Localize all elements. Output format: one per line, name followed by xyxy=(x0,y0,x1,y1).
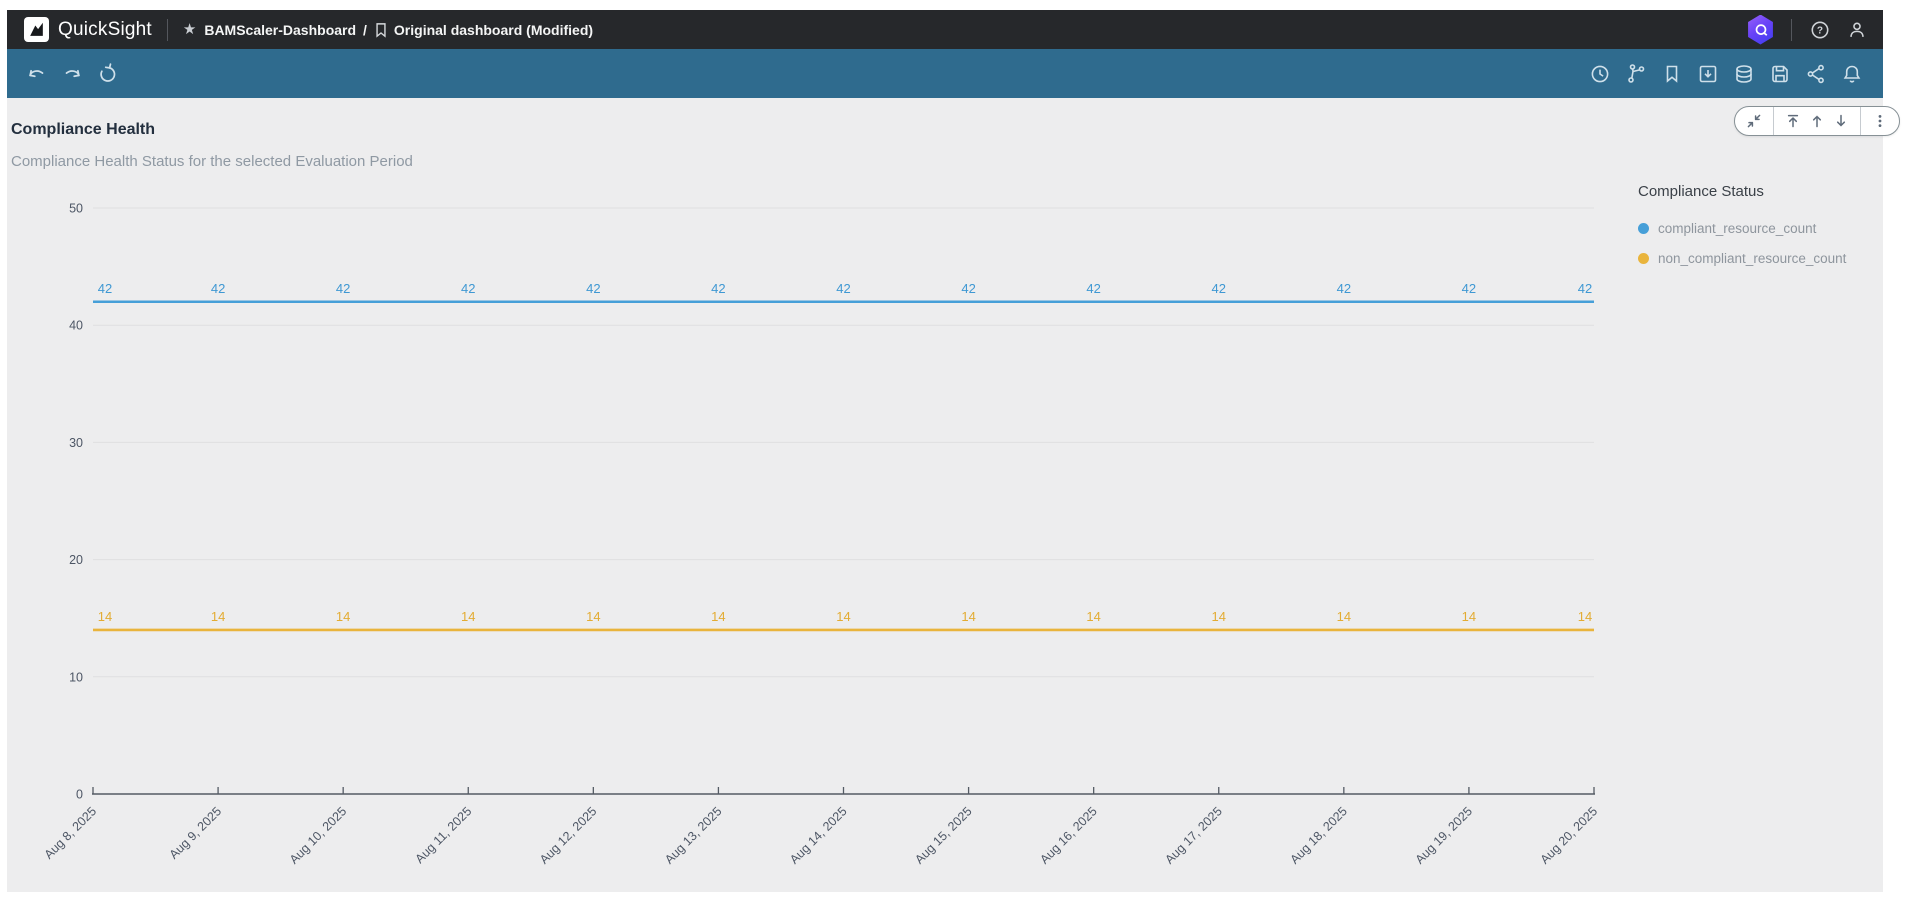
legend-item-compliant[interactable]: compliant_resource_count xyxy=(1638,221,1880,236)
x-axis-tick-label: Aug 9, 2025 xyxy=(167,804,225,862)
top-navigation-bar: QuickSight ★ BAMScaler-Dashboard / Origi… xyxy=(7,10,1883,49)
x-axis-tick-label: Aug 15, 2025 xyxy=(912,804,975,867)
x-axis-tick-label: Aug 8, 2025 xyxy=(42,804,100,862)
branch-icon[interactable] xyxy=(1624,62,1648,86)
bookmarks-icon[interactable] xyxy=(1660,62,1684,86)
y-axis-tick-label: 40 xyxy=(69,319,83,333)
y-axis-tick-label: 50 xyxy=(69,202,83,216)
bookmark-icon xyxy=(374,22,388,38)
alerts-bell-icon[interactable] xyxy=(1840,62,1864,86)
data-label: 42 xyxy=(336,281,350,296)
topbar-right-controls: ? xyxy=(1747,14,1868,45)
legend-item-non-compliant[interactable]: non_compliant_resource_count xyxy=(1638,251,1880,266)
y-axis-tick-label: 10 xyxy=(69,670,83,684)
x-axis-tick-label: Aug 17, 2025 xyxy=(1162,804,1225,867)
reset-icon[interactable] xyxy=(96,62,118,85)
data-label: 14 xyxy=(98,609,112,624)
quicksight-app: QuickSight ★ BAMScaler-Dashboard / Origi… xyxy=(7,10,1900,892)
data-label: 14 xyxy=(1578,609,1592,624)
x-axis-tick-label: Aug 12, 2025 xyxy=(537,804,600,867)
quicksight-logo-icon[interactable] xyxy=(24,17,49,42)
x-axis-tick-label: Aug 18, 2025 xyxy=(1287,804,1350,867)
data-label: 14 xyxy=(211,609,225,624)
x-axis-tick-label: Aug 10, 2025 xyxy=(287,804,350,867)
data-label: 14 xyxy=(336,609,350,624)
data-label: 42 xyxy=(961,281,975,296)
data-label: 42 xyxy=(461,281,475,296)
legend-dot-blue xyxy=(1638,223,1649,234)
data-label: 42 xyxy=(1462,281,1476,296)
data-label: 14 xyxy=(461,609,475,624)
legend-label: compliant_resource_count xyxy=(1658,221,1817,236)
data-label: 14 xyxy=(711,609,725,624)
user-profile-icon[interactable] xyxy=(1846,19,1868,41)
breadcrumb-page-name: Original dashboard (Modified) xyxy=(393,21,594,38)
data-label: 42 xyxy=(1337,281,1351,296)
analysis-toolbar xyxy=(7,49,1883,98)
data-label: 14 xyxy=(1086,609,1100,624)
data-label: 14 xyxy=(1462,609,1476,624)
compliance-line-chart: 0 10 20 30 40 50 Aug 8, 2025 Aug 9, 2025 Aug 10,… xyxy=(42,202,1601,867)
help-icon[interactable]: ? xyxy=(1809,19,1831,41)
undo-icon[interactable] xyxy=(26,63,48,85)
data-label: 14 xyxy=(961,609,975,624)
chart-legend: Compliance Status compliant_resource_cou… xyxy=(1638,183,1880,281)
data-label: 42 xyxy=(98,281,112,296)
data-label: 14 xyxy=(836,609,850,624)
svg-text:?: ? xyxy=(1817,25,1823,36)
breadcrumb-dashboard-name[interactable]: BAMScaler-Dashboard xyxy=(204,22,356,38)
share-icon[interactable] xyxy=(1804,62,1828,86)
app-name: QuickSight xyxy=(58,18,152,40)
save-icon[interactable] xyxy=(1768,62,1792,86)
data-label: 42 xyxy=(211,281,225,296)
data-label: 42 xyxy=(1578,281,1592,296)
data-label: 14 xyxy=(1337,609,1351,624)
breadcrumb-separator: / xyxy=(363,21,367,38)
legend-label: non_compliant_resource_count xyxy=(1658,251,1847,266)
redo-icon[interactable] xyxy=(61,63,83,85)
y-axis-tick-label: 30 xyxy=(69,436,83,450)
topbar-divider xyxy=(166,18,168,41)
legend-title: Compliance Status xyxy=(1638,183,1764,200)
x-axis-tick-label: Aug 20, 2025 xyxy=(1538,804,1601,867)
x-axis-tick-label: Aug 11, 2025 xyxy=(413,804,475,866)
data-label: 14 xyxy=(586,609,600,624)
x-axis-tick-label: Aug 19, 2025 xyxy=(1413,804,1476,867)
topbar-divider-2 xyxy=(1791,18,1792,41)
y-axis-tick-label: 20 xyxy=(69,553,83,567)
history-clock-icon[interactable] xyxy=(1588,62,1612,86)
data-label: 42 xyxy=(1086,281,1100,296)
x-axis-tick-label: Aug 14, 2025 xyxy=(787,804,850,867)
toolbar-right-group xyxy=(1588,62,1864,86)
data-label: 42 xyxy=(836,281,850,296)
datasets-icon[interactable] xyxy=(1732,62,1756,86)
export-icon[interactable] xyxy=(1696,62,1720,86)
x-axis-tick-label: Aug 16, 2025 xyxy=(1037,804,1100,867)
dashboard-content: Compliance Health Compliance Health Stat… xyxy=(7,98,1900,892)
data-label: 42 xyxy=(586,281,600,296)
favorite-star-icon[interactable]: ★ xyxy=(183,22,196,37)
data-label: 14 xyxy=(1212,609,1226,624)
data-label: 42 xyxy=(711,281,725,296)
data-label: 42 xyxy=(1212,281,1226,296)
legend-dot-yellow xyxy=(1638,253,1649,264)
y-axis-tick-label: 0 xyxy=(76,788,83,802)
amazon-q-icon[interactable] xyxy=(1748,14,1773,45)
toolbar-left-group xyxy=(26,62,118,85)
x-axis-tick-label: Aug 13, 2025 xyxy=(662,804,725,867)
